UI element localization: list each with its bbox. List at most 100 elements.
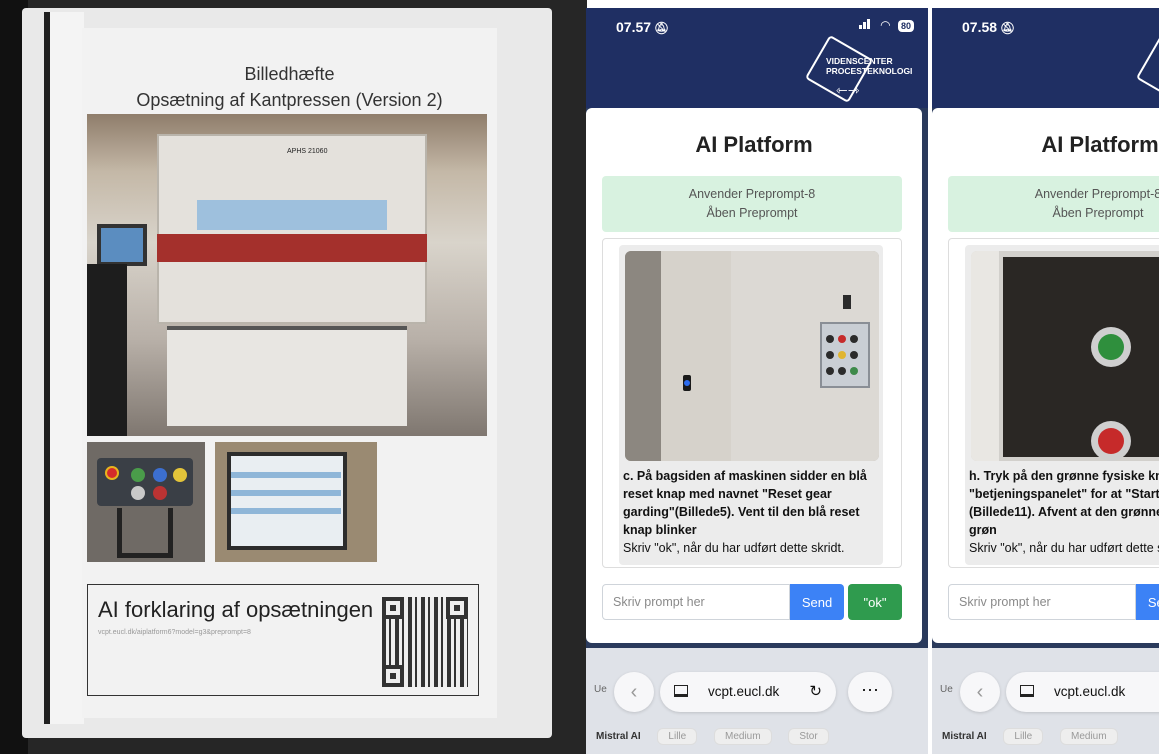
screen-row	[231, 508, 341, 514]
chevron-left-icon: ‹	[630, 681, 638, 703]
prompt-input[interactable]	[948, 584, 1136, 620]
open-preprompt-link[interactable]: Åben Preprompt	[602, 204, 902, 223]
prompt-input[interactable]	[602, 584, 790, 620]
booklet-photo: Billedhæfte Opsætning af Kantpressen (Ve…	[0, 0, 587, 754]
send-button[interactable]: Send	[790, 584, 844, 620]
chat-window[interactable]: h. Tryk på den grønne fysiske knap på "b…	[948, 238, 1159, 568]
tab-overview-icon[interactable]	[1020, 685, 1034, 697]
machine-model-label: APHS 21060	[287, 148, 328, 155]
ellipsis-icon: ⋯	[861, 680, 879, 700]
red-button-icon	[153, 486, 167, 500]
main-card: AI Platform Anvender Preprompt-8 Åben Pr…	[586, 108, 922, 643]
ue-label: Ue	[594, 684, 607, 695]
panel-stand	[117, 508, 173, 558]
url-bar[interactable]: vcpt.eucl.dk ↻	[660, 672, 836, 712]
wifi-icon: ◠	[880, 18, 891, 32]
open-preprompt-link[interactable]: Åben Preprompt	[948, 204, 1159, 223]
logo-line2: PROCESTEKNOLOGI	[826, 66, 913, 76]
chat-message-text: c. På bagsiden af maskinen sidder en blå…	[623, 467, 883, 557]
logo-line1: VIDENSCENTER	[826, 56, 893, 66]
phone-screenshot-1: 07.57 🔕︎ ◠ 80 VIDENSCENTER PROCESTEKNOLOG…	[586, 8, 928, 754]
browser-toolbar: Ue ‹ vcpt.eucl.dk ↻ ⋯ Mistral AI Lille M…	[586, 648, 928, 754]
signal-icon	[858, 18, 873, 29]
bookmark-row: Mistral AI Lille Medium Stor	[596, 728, 843, 745]
control-panel-illustration	[971, 251, 1159, 461]
ue-label: Ue	[940, 684, 953, 695]
press-brake-photo: APHS 21060	[87, 114, 487, 436]
page-title: AI Platform	[1041, 132, 1159, 157]
back-button[interactable]: ‹	[614, 672, 654, 712]
qr-url: vcpt.eucl.dk/aiplatform6?model=g3&prepro…	[98, 629, 251, 636]
bookmark-row: Mistral AI Lille Medium	[942, 728, 1132, 745]
bookmark-item[interactable]: Medium	[714, 728, 772, 745]
chat-message-text: h. Tryk på den grønne fysiske knap på "b…	[969, 467, 1159, 557]
battery-icon: 80	[897, 20, 914, 32]
start-button-photo	[971, 251, 1159, 461]
blue-button-icon	[153, 468, 167, 482]
qr-heading: AI forklaring af opsætningen	[98, 597, 374, 622]
control-panel-photo	[87, 442, 205, 562]
url-bar[interactable]: vcpt.eucl.dk	[1006, 672, 1159, 712]
chat-message-instruction: Skriv "ok", når du har udført dette skri…	[623, 541, 845, 555]
bookmark-item[interactable]: Stor	[788, 728, 829, 745]
ok-button[interactable]: "ok"	[848, 584, 902, 620]
booklet-page: Billedhæfte Opsætning af Kantpressen (Ve…	[82, 28, 497, 718]
reload-icon[interactable]: ↻	[809, 672, 822, 712]
status-time-text: 07.57	[616, 19, 652, 35]
qr-finder-icon	[382, 665, 404, 687]
bell-muted-icon: 🔕︎	[654, 21, 670, 35]
status-time: 07.57 🔕︎	[616, 19, 669, 35]
bell-muted-icon: 🔕︎	[1000, 21, 1016, 35]
chevron-left-icon: ‹	[976, 681, 984, 703]
videnscenter-logo	[1135, 34, 1159, 104]
qr-code-icon	[382, 597, 468, 687]
bookmark-item[interactable]: Medium	[1060, 728, 1118, 745]
preprompt-status: Anvender Preprompt-8	[1034, 187, 1159, 201]
bookmark-item[interactable]: Lille	[657, 728, 698, 745]
tab-overview-icon[interactable]	[674, 685, 688, 697]
status-time: 07.58 🔕︎	[962, 19, 1015, 35]
screen-row	[231, 490, 341, 496]
prompt-row: Send	[948, 584, 1159, 620]
page-title: AI Platform	[695, 132, 813, 157]
logo-hexagon-icon	[1135, 34, 1159, 104]
back-button[interactable]: ‹	[960, 672, 1000, 712]
bookmark-brand[interactable]: Mistral AI	[596, 731, 641, 742]
status-time-text: 07.58	[962, 19, 998, 35]
machine-base	[167, 326, 407, 426]
touchscreen-display	[227, 452, 347, 550]
chat-message: c. På bagsiden af maskinen sidder en blå…	[619, 245, 883, 565]
videnscenter-logo: VIDENSCENTER PROCESTEKNOLOGI ⇽⇾	[804, 34, 916, 104]
white-button-icon	[131, 486, 145, 500]
preprompt-status: Anvender Preprompt-8	[688, 187, 816, 201]
status-icons: ◠ 80	[858, 18, 914, 32]
preprompt-banner[interactable]: Anvender Preprompt-8 Åben Preprompt	[602, 176, 902, 232]
chat-message-bold: c. På bagsiden af maskinen sidder en blå…	[623, 469, 867, 537]
reset-button-photo	[625, 251, 879, 461]
url-text: vcpt.eucl.dk	[708, 684, 780, 699]
machine-side-illustration	[625, 251, 879, 461]
qr-section: AI forklaring af opsætningen vcpt.eucl.d…	[87, 584, 479, 696]
bookmark-item[interactable]: Lille	[1003, 728, 1044, 745]
more-button[interactable]: ⋯	[848, 672, 892, 712]
chat-message-bold: h. Tryk på den grønne fysiske knap på "b…	[969, 469, 1159, 537]
booklet-title: Billedhæfte	[244, 64, 335, 84]
chat-message: h. Tryk på den grønne fysiske knap på "b…	[965, 245, 1159, 565]
preprompt-banner[interactable]: Anvender Preprompt-8 Åben Preprompt	[948, 176, 1159, 232]
machine-red-beam	[157, 234, 427, 262]
send-button[interactable]: Send	[1136, 584, 1159, 620]
control-panel-box	[97, 458, 193, 506]
bookmark-brand[interactable]: Mistral AI	[942, 731, 987, 742]
phone-screenshot-2: 07.58 🔕︎ AI Platform Anvender Preprompt-8…	[932, 8, 1159, 754]
logo-arrows-icon: ⇽⇾	[836, 82, 860, 98]
qr-finder-icon	[446, 597, 468, 619]
chat-message-instruction: Skriv "ok", når du har udført dette skri…	[969, 541, 1159, 555]
qr-finder-icon	[382, 597, 404, 619]
touchscreen-photo	[215, 442, 377, 562]
prompt-row: Send "ok"	[602, 584, 912, 620]
yellow-button-icon	[173, 468, 187, 482]
chat-window[interactable]: c. På bagsiden af maskinen sidder en blå…	[602, 238, 902, 568]
logo-text: VIDENSCENTER PROCESTEKNOLOGI	[826, 56, 912, 76]
url-text: vcpt.eucl.dk	[1054, 684, 1126, 699]
machine-window	[197, 200, 387, 230]
